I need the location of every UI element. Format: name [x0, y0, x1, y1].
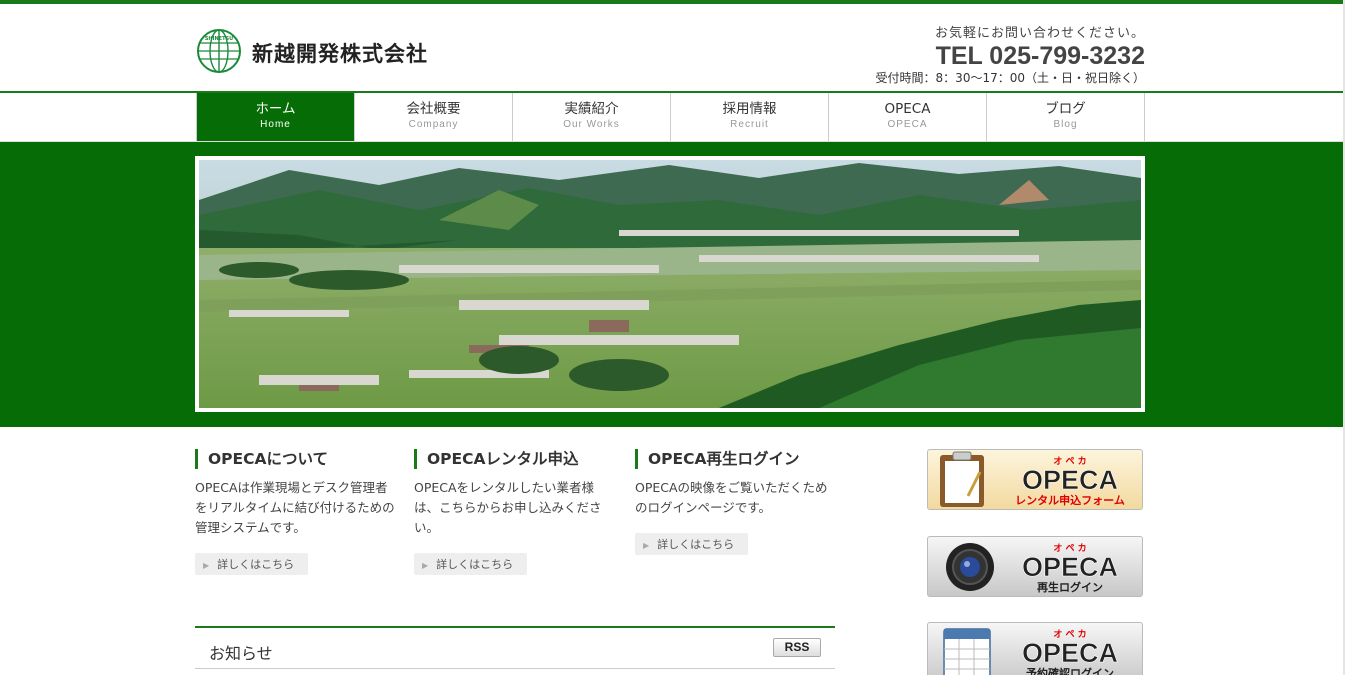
- globe-logo-icon[interactable]: SHINETSU: [196, 28, 242, 74]
- news-section-header: お知らせ RSS: [195, 626, 835, 669]
- landscape-photo: [199, 160, 1141, 408]
- rental-column: OPECAレンタル申込 OPECAをレンタルしたい業者様は、こちらからお申し込み…: [414, 449, 614, 575]
- contact-block: お気軽にお問い合わせください。 TEL 025-799-3232 受付時間：8：…: [815, 22, 1145, 85]
- about-opeca-column: OPECAについて OPECAは作業現場とデスク管理者をリアルタイムに結び付ける…: [195, 449, 395, 575]
- playback-login-banner[interactable]: オ ペ カ OPECA 再生ログイン: [927, 536, 1143, 597]
- nav-sublabel: Recruit: [730, 119, 769, 130]
- hero-image: [195, 156, 1145, 412]
- banner-caption: 予約確認ログイン: [1026, 666, 1114, 675]
- playback-login-more-button[interactable]: ▶ 詳しくはこちら: [635, 533, 749, 555]
- more-button-label: 詳しくはこちら: [657, 538, 735, 551]
- arrow-right-icon: ▶: [203, 561, 210, 570]
- arrow-right-icon: ▶: [422, 561, 429, 570]
- nav-label: ホーム: [255, 101, 296, 117]
- arrow-right-icon: ▶: [643, 541, 650, 550]
- logo-ring-text: SHINETSU: [205, 36, 233, 42]
- rental-heading: OPECAレンタル申込: [414, 449, 614, 469]
- nav-sublabel: Our Works: [563, 119, 620, 130]
- calendar-icon: [943, 628, 991, 675]
- opeca-logo-text: OPECA: [1022, 465, 1118, 495]
- nav-item-recruit[interactable]: 採用情報 Recruit: [671, 93, 829, 141]
- more-button-label: 詳しくはこちら: [436, 558, 514, 571]
- phone-number: TEL 025-799-3232: [935, 42, 1145, 70]
- nav-sublabel: OPECA: [887, 119, 928, 130]
- nav-sublabel: Home: [260, 119, 291, 130]
- nav-label: 実績紹介: [564, 101, 619, 117]
- more-button-label: 詳しくはこちら: [217, 558, 295, 571]
- playback-login-heading: OPECA再生ログイン: [635, 449, 835, 469]
- nav-label: 会社概要: [406, 101, 461, 117]
- nav-item-blog[interactable]: ブログ Blog: [987, 93, 1145, 141]
- contact-lead: お気軽にお問い合わせください。: [934, 26, 1145, 41]
- global-navigation: ホーム Home 会社概要 Company 実績紹介 Our Works 採用情…: [0, 91, 1345, 142]
- nav-label: 採用情報: [722, 101, 777, 117]
- opeca-logo-text: OPECA: [1022, 638, 1118, 668]
- news-title: お知らせ: [209, 644, 273, 663]
- banner-caption: 再生ログイン: [1037, 580, 1103, 594]
- playback-login-column: OPECA再生ログイン OPECAの映像をご覧いただくためのログインページです。…: [635, 449, 835, 555]
- about-opeca-text: OPECAは作業現場とデスク管理者をリアルタイムに結び付けるための管理システムで…: [195, 480, 395, 535]
- nav-item-opeca[interactable]: OPECA OPECA: [829, 93, 987, 141]
- nav-label: OPECA: [884, 101, 931, 117]
- rental-form-banner[interactable]: オ ペ カ OPECA レンタル申込フォーム: [927, 449, 1143, 510]
- nav-menu: ホーム Home 会社概要 Company 実績紹介 Our Works 採用情…: [196, 93, 1145, 141]
- nav-label: ブログ: [1045, 101, 1086, 117]
- playback-login-text: OPECAの映像をご覧いただくためのログインページです。: [635, 480, 828, 515]
- nav-item-home[interactable]: ホーム Home: [197, 93, 355, 141]
- opeca-logo-text: OPECA: [1022, 552, 1118, 582]
- rental-more-button[interactable]: ▶ 詳しくはこちら: [414, 553, 528, 575]
- nav-sublabel: Company: [408, 119, 459, 130]
- clipboard-icon: [940, 451, 984, 507]
- rental-text: OPECAをレンタルしたい業者様は、こちらからお申し込みください。: [414, 480, 602, 535]
- about-opeca-heading: OPECAについて: [195, 449, 395, 469]
- nav-item-works[interactable]: 実績紹介 Our Works: [513, 93, 671, 141]
- nav-item-company[interactable]: 会社概要 Company: [355, 93, 513, 141]
- about-opeca-more-button[interactable]: ▶ 詳しくはこちら: [195, 553, 309, 575]
- nav-sublabel: Blog: [1053, 119, 1078, 130]
- banner-caption: レンタル申込フォーム: [1015, 493, 1125, 507]
- company-name[interactable]: 新越開発株式会社: [252, 38, 428, 68]
- camera-lens-icon: [946, 543, 994, 591]
- business-hours: 受付時間：8：30〜17：00（土・日・祝日除く）: [875, 71, 1145, 85]
- rss-button[interactable]: RSS: [773, 638, 821, 657]
- reservation-login-banner[interactable]: オ ペ カ OPECA 予約確認ログイン: [927, 622, 1143, 675]
- site-header: SHINETSU 新越開発株式会社 お気軽にお問い合わせください。 TEL 02…: [0, 4, 1345, 91]
